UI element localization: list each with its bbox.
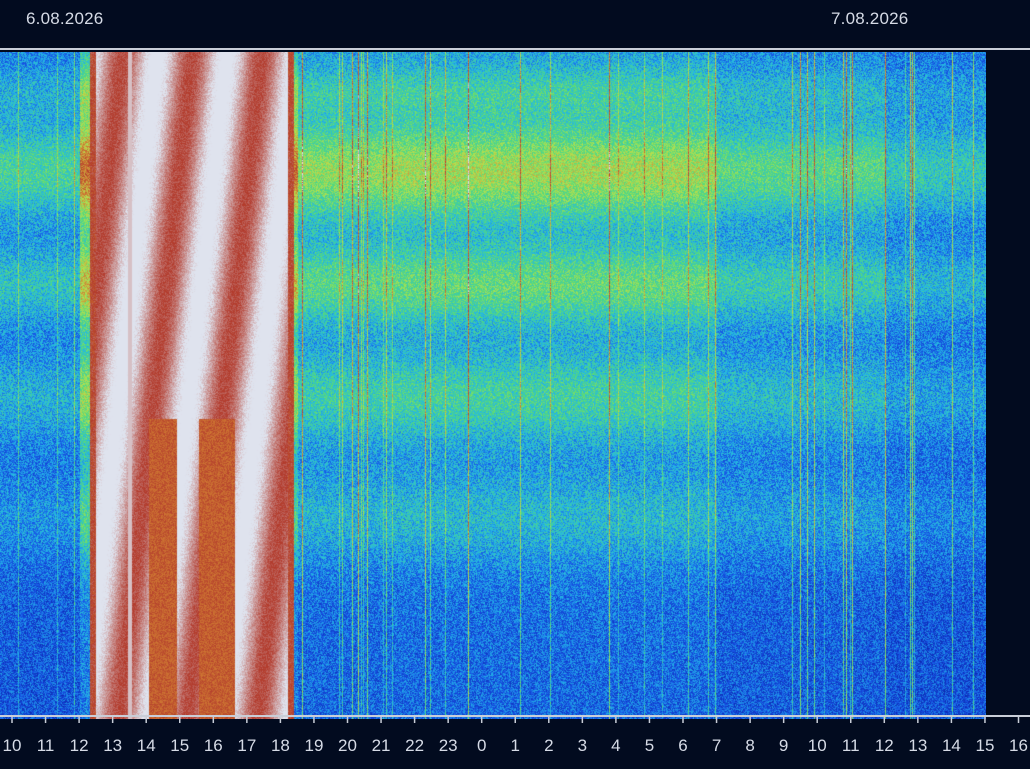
top-rule (0, 48, 1030, 50)
plot-area (0, 52, 1030, 722)
x-tick-label: 6 (678, 736, 687, 755)
x-tick-label: 16 (204, 736, 223, 755)
x-tick-label: 17 (237, 736, 256, 755)
x-tick-label: 13 (908, 736, 927, 755)
x-tick-label: 13 (103, 736, 122, 755)
x-tick-label: 18 (271, 736, 290, 755)
x-tick-label: 15 (170, 736, 189, 755)
x-tick-label: 20 (338, 736, 357, 755)
x-tick-label: 21 (372, 736, 391, 755)
x-tick-label: 1 (511, 736, 520, 755)
x-tick-label: 4 (611, 736, 620, 755)
x-tick-label: 12 (875, 736, 894, 755)
x-tick-label: 15 (975, 736, 994, 755)
x-axis-ticks: 10 11 12 13 14 15 16 17 18 19 20 21 22 23 0 1 2 3 4 5 6 7 8 9 10… (3, 716, 1028, 755)
x-tick-label: 14 (137, 736, 156, 755)
x-tick-label: 8 (745, 736, 754, 755)
x-tick-label: 10 (808, 736, 827, 755)
x-tick-label: 23 (439, 736, 458, 755)
x-tick-label: 12 (70, 736, 89, 755)
x-tick-label: 5 (645, 736, 654, 755)
x-tick-label: 10 (3, 736, 22, 755)
x-tick-label: 0 (477, 736, 486, 755)
spectrogram-canvas (0, 52, 986, 719)
x-tick-label: 14 (942, 736, 961, 755)
date-label-left: 6.08.2026 (26, 9, 104, 28)
date-label-right: 7.08.2026 (831, 9, 909, 28)
x-tick-label: 7 (712, 736, 721, 755)
plot-right-margin (986, 52, 1030, 719)
x-tick-label: 22 (405, 736, 424, 755)
x-tick-label: 9 (779, 736, 788, 755)
x-tick-label: 16 (1009, 736, 1028, 755)
x-tick-label: 3 (578, 736, 587, 755)
spectrogram-chart: 6.08.2026 7.08.2026 10 11 12 13 14 15 16 17 18 19… (0, 0, 1030, 769)
x-tick-label: 11 (842, 736, 860, 755)
x-tick-label: 11 (37, 736, 55, 755)
x-tick-label: 2 (544, 736, 553, 755)
x-tick-label: 19 (304, 736, 323, 755)
x-axis: 10 11 12 13 14 15 16 17 18 19 20 21 22 23 0 1 2 3 4 5 6 7 8 9 10… (0, 715, 1030, 755)
